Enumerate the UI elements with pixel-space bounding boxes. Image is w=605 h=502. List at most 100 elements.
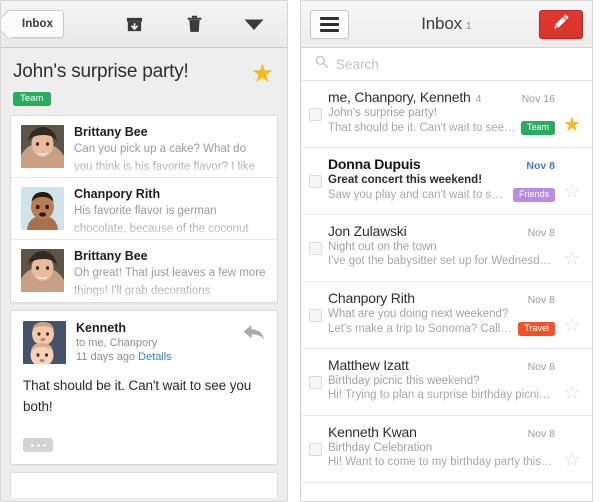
back-to-inbox-button[interactable]: Inbox	[8, 10, 65, 38]
ellipsis-icon[interactable]	[23, 438, 53, 453]
email-snippet: Saw you play and can't wait to se…	[328, 189, 508, 201]
collapsed-messages-card: Brittany Bee Can you pick up a cake? Wha…	[10, 115, 278, 304]
conversation-label-chip[interactable]: Team	[13, 91, 51, 107]
hamburger-icon[interactable]	[310, 9, 349, 39]
avatar	[21, 249, 64, 293]
email-sender-row: Chanpory Rith Nov 8	[328, 290, 555, 306]
email-snippet: Hi! Want to come to my birthday party th…	[328, 456, 553, 468]
conversation-star-icon[interactable]: ★	[251, 60, 274, 86]
pencil-icon	[553, 13, 570, 35]
email-sender: Chanpory Rith	[328, 290, 415, 306]
email-sender-row: Jon Zulawski Nov 8	[328, 223, 555, 239]
email-snippet-row: Hi! Want to come to my birthday party th…	[328, 456, 555, 468]
email-message-count: 4	[475, 93, 482, 105]
email-select-checkbox[interactable]	[309, 242, 322, 255]
message-sender: Chanpory Rith	[74, 187, 161, 202]
conversation-scroll-area[interactable]: John's surprise party! ★ Team Brittany B…	[1, 48, 287, 501]
email-date: Nov 8	[527, 294, 555, 306]
message-collapsed[interactable]: Chanpory Rith His favorite flavor is ger…	[11, 178, 277, 241]
inbox-toolbar: Inbox 1	[301, 1, 592, 48]
email-subject: What are you doing next weekend?	[328, 308, 509, 320]
email-snippet: Hi! Trying to plan a surprise birthday p…	[328, 389, 555, 401]
reply-arrow-icon[interactable]	[243, 321, 265, 364]
email-select-checkbox[interactable]	[309, 443, 322, 456]
email-label-chip[interactable]: Team	[520, 121, 555, 135]
conversation-toolbar-actions	[123, 13, 287, 35]
email-star-icon[interactable]: ★	[561, 89, 583, 139]
email-row[interactable]: Jon Zulawski Nov 8 Night out on the town I'…	[301, 215, 592, 282]
email-sender: Jon Zulawski	[328, 223, 407, 239]
email-subject: Birthday Celebration	[328, 442, 433, 454]
expanded-message-header: Kenneth to me, Chanpory 11 days ago Detai…	[23, 321, 265, 365]
archive-icon[interactable]	[123, 13, 145, 35]
email-row[interactable]: Matthew Izatt Nov 8 Birthday picnic this w…	[301, 349, 592, 416]
email-snippet-row: Saw you play and can't wait to se… Friend…	[328, 188, 555, 202]
email-subject: John's surprise party!	[328, 107, 437, 119]
expanded-message-card: Kenneth to me, Chanpory 11 days ago Detai…	[10, 310, 278, 466]
message-snippet: Can you pick up a cake? What do you thin…	[74, 143, 255, 173]
email-sender: Donna Dupuis	[328, 156, 421, 172]
email-star-icon[interactable]: ☆	[561, 357, 583, 407]
email-label-chip[interactable]: Friends	[512, 188, 555, 202]
email-snippet-row: Hi! Trying to plan a surprise birthday p…	[328, 389, 555, 401]
email-sender-row: Donna Dupuis Nov 8	[328, 156, 555, 172]
message-recipients: to me, Chanpory	[76, 337, 158, 350]
email-snippet-row: That should be it. Can't wait to see… Tea…	[328, 121, 555, 135]
email-star-icon[interactable]: ☆	[561, 290, 583, 340]
email-star-icon[interactable]: ☆	[561, 156, 583, 206]
email-content: Jon Zulawski Nov 8 Night out on the town I'…	[328, 223, 555, 273]
email-subject: Birthday picnic this weekend?	[328, 375, 480, 387]
conversation-screen: Inbox John's surprise party! ★ Team Brit…	[0, 0, 288, 502]
conversation-header: John's surprise party! ★ Team	[10, 48, 278, 115]
message-collapsed[interactable]: Brittany Bee Can you pick up a cake? Wha…	[11, 116, 277, 179]
email-subject: Great concert this weekend!	[328, 174, 483, 186]
email-content: Donna Dupuis Nov 8 Great concert this week…	[328, 156, 555, 206]
message-text-column: Brittany Bee Oh great! That just leaves …	[74, 249, 267, 296]
avatar	[21, 125, 64, 169]
message-collapsed[interactable]: Brittany Bee Oh great! That just leaves …	[11, 240, 277, 302]
email-row[interactable]: Kenneth Kwan Nov 8 Birthday Celebration Hi!…	[301, 416, 592, 483]
email-select-checkbox[interactable]	[309, 108, 322, 121]
compose-button[interactable]	[539, 9, 583, 39]
avatar	[21, 187, 64, 231]
email-date: Nov 16	[521, 93, 555, 105]
inbox-screen: Inbox 1 Search me, Chanpory, Kenneth 4 N…	[300, 0, 593, 502]
email-snippet-row: Let's make a trip to Sonoma? Call … Trave…	[328, 322, 555, 336]
chevron-down-icon[interactable]	[243, 13, 265, 35]
email-date: Nov 8	[527, 361, 555, 373]
email-content: me, Chanpory, Kenneth 4 Nov 16 John's surpr…	[328, 89, 555, 139]
email-sender: me, Chanpory, Kenneth	[328, 89, 471, 105]
email-select-checkbox[interactable]	[309, 175, 322, 188]
page-title: Inbox	[421, 14, 462, 33]
expanded-message-meta: Kenneth to me, Chanpory 11 days ago Detai…	[76, 321, 233, 364]
email-star-icon[interactable]: ☆	[561, 223, 583, 273]
email-snippet-row: I've got the babysitter set up for Wedne…	[328, 255, 555, 267]
search-bar[interactable]: Search	[301, 48, 592, 81]
email-star-icon[interactable]: ☆	[561, 424, 583, 474]
dual-screenshot-layout: Inbox John's surprise party! ★ Team Brit…	[0, 0, 605, 502]
email-date: Nov 8	[527, 428, 555, 440]
email-list[interactable]: me, Chanpory, Kenneth 4 Nov 16 John's surpr…	[301, 81, 592, 501]
message-timestamp: 11 days ago	[76, 351, 136, 364]
email-snippet: That should be it. Can't wait to see…	[328, 122, 516, 134]
email-content: Matthew Izatt Nov 8 Birthday picnic this w…	[328, 357, 555, 407]
conversation-subject: John's surprise party!	[13, 61, 189, 82]
email-sender: Matthew Izatt	[328, 357, 409, 373]
email-row[interactable]: Chanpory Rith Nov 8 What are you doing nex…	[301, 282, 592, 349]
message-details-link[interactable]: Details	[138, 351, 172, 363]
email-select-checkbox[interactable]	[309, 309, 322, 322]
email-label-chip[interactable]: Travel	[518, 322, 555, 336]
back-button-label: Inbox	[22, 18, 54, 30]
email-row[interactable]: Donna Dupuis Nov 8 Great concert this week…	[301, 148, 592, 215]
trash-icon[interactable]	[183, 13, 205, 35]
email-row[interactable]: me, Chanpory, Kenneth 4 Nov 16 John's surpr…	[301, 81, 592, 148]
email-content: Kenneth Kwan Nov 8 Birthday Celebration Hi!…	[328, 424, 555, 474]
search-input[interactable]: Search	[336, 57, 379, 72]
email-snippet: I've got the babysitter set up for Wedne…	[328, 255, 552, 267]
email-select-checkbox[interactable]	[309, 376, 322, 389]
inbox-unread-count: 1	[465, 20, 472, 32]
email-content: Chanpory Rith Nov 8 What are you doing nex…	[328, 290, 555, 340]
message-text-column: Chanpory Rith His favorite flavor is ger…	[74, 187, 267, 234]
next-message-card-partial[interactable]	[10, 472, 278, 499]
expanded-message: Kenneth to me, Chanpory 11 days ago Detai…	[11, 311, 277, 464]
